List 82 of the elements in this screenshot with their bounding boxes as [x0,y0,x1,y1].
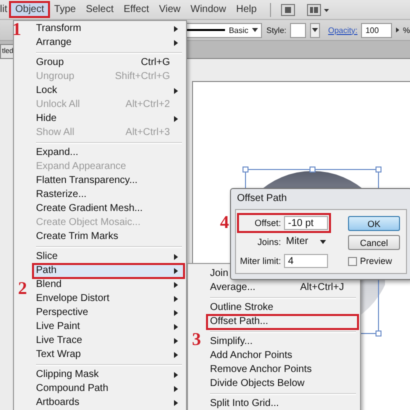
offset-label: Offset: [254,218,281,228]
menu-item[interactable]: Divide Objects Below [207,377,358,391]
arrange-documents-icon[interactable] [306,4,331,16]
step-number: 4 [220,213,229,231]
submenu-arrow-icon [174,386,178,392]
menu-bar-item[interactable]: Help [231,2,262,17]
menu-item[interactable]: Path [33,264,184,278]
menu-item[interactable]: Live Paint [33,320,184,334]
menu-bar-item[interactable]: Window [186,2,232,17]
arrow-right-icon[interactable] [396,27,399,33]
menu-item[interactable]: Create Trim Marks [33,230,184,244]
menu-bar-item[interactable]: Select [80,2,119,17]
offset-field[interactable]: -10 pt [284,216,328,230]
menu-item[interactable]: Remove Anchor Points [207,363,358,377]
menu-item[interactable]: Compound Path [33,382,184,396]
shortcut-label: Alt+Ctrl+2 [126,98,170,112]
menu-item[interactable]: Text Wrap [33,348,184,362]
menu-item[interactable]: Expand... [33,146,184,160]
menu-bar-item[interactable]: Type [49,2,81,17]
submenu-arrow-icon [174,372,178,378]
shortcut-label: Ctrl+G [140,56,170,70]
menu-item[interactable]: Live Trace [33,334,184,348]
menu-item[interactable]: Perspective [33,306,184,320]
menu-item[interactable]: Arrange [33,36,184,50]
submenu-arrow-icon [174,26,178,32]
menu-bar-item[interactable]: View [154,2,186,17]
submenu-arrow-icon [174,282,178,288]
submenu-arrow-icon [174,40,178,46]
menu-item[interactable]: Simplify... [207,335,358,349]
shortcut-label: Shift+Ctrl+G [114,70,170,84]
shortcut-label: Alt+Ctrl+J [300,281,344,295]
menu-item[interactable]: Outline Stroke [207,301,358,315]
submenu-arrow-icon [174,268,178,274]
menu-item[interactable]: Blend [33,278,184,292]
menu-item[interactable]: Lock [33,84,184,98]
menu-item[interactable]: Rasterize... [33,188,184,202]
shortcut-label: Alt+Ctrl+3 [126,126,170,140]
submenu-arrow-icon [174,324,178,330]
menu-item[interactable]: Average... Alt+Ctrl+J [207,281,358,295]
cancel-button[interactable]: Cancel [348,235,400,250]
menu-item[interactable]: Split Into Grid... [207,397,358,410]
submenu-arrow-icon [174,310,178,316]
menu-item[interactable]: Offset Path... [207,315,358,329]
step-number: 2 [18,279,27,297]
dialog-title: Offset Path [236,192,288,206]
submenu-arrow-icon [174,400,178,406]
opacity-link[interactable]: Opacity: [328,26,358,34]
submenu-arrow-icon [174,116,178,122]
ok-button[interactable]: OK [348,216,400,231]
menu-bar-item[interactable]: lit [0,2,10,17]
step-number: 1 [12,20,22,38]
menu-item[interactable]: Group Ctrl+G [33,56,184,70]
dropdown-arrow-icon [320,240,326,244]
menu-item[interactable]: Create Gradient Mesh... [33,202,184,216]
menu-item[interactable]: Envelope Distort [33,292,184,306]
submenu-arrow-icon [174,338,178,344]
percent-label: % [402,26,410,34]
menu-item[interactable]: Slice [33,250,184,264]
submenu-arrow-icon [174,88,178,94]
style-label: Style: [266,26,286,34]
dropdown-arrow-icon [252,28,258,32]
step-number: 3 [192,330,201,348]
submenu-arrow-icon [174,254,178,260]
menu-bar-item[interactable]: Object [10,2,50,17]
submenu-arrow-icon [174,296,178,302]
joins-dropdown[interactable]: Miter [284,235,328,249]
dropdown-arrow-icon [312,28,318,32]
menu-item[interactable]: Add Anchor Points [207,349,358,363]
joins-label: Joins: [257,237,281,247]
miter-limit-label: Miter limit: [240,256,281,266]
preview-checkbox[interactable] [348,256,357,266]
menu-item[interactable]: Artboards [33,396,184,410]
menu-item[interactable]: Hide [33,112,184,126]
style-swatch[interactable] [290,22,306,38]
opacity-field[interactable]: 100 [361,22,392,38]
style-dropdown-button[interactable] [310,22,320,38]
menu-item[interactable]: Flatten Transparency... [33,174,184,188]
menu-bar-item[interactable]: Effect [118,2,154,17]
menu-item[interactable]: Clipping Mask [33,368,184,382]
miter-limit-field[interactable]: 4 [284,254,328,268]
submenu-arrow-icon [174,352,178,358]
preview-label: Preview [360,256,392,266]
